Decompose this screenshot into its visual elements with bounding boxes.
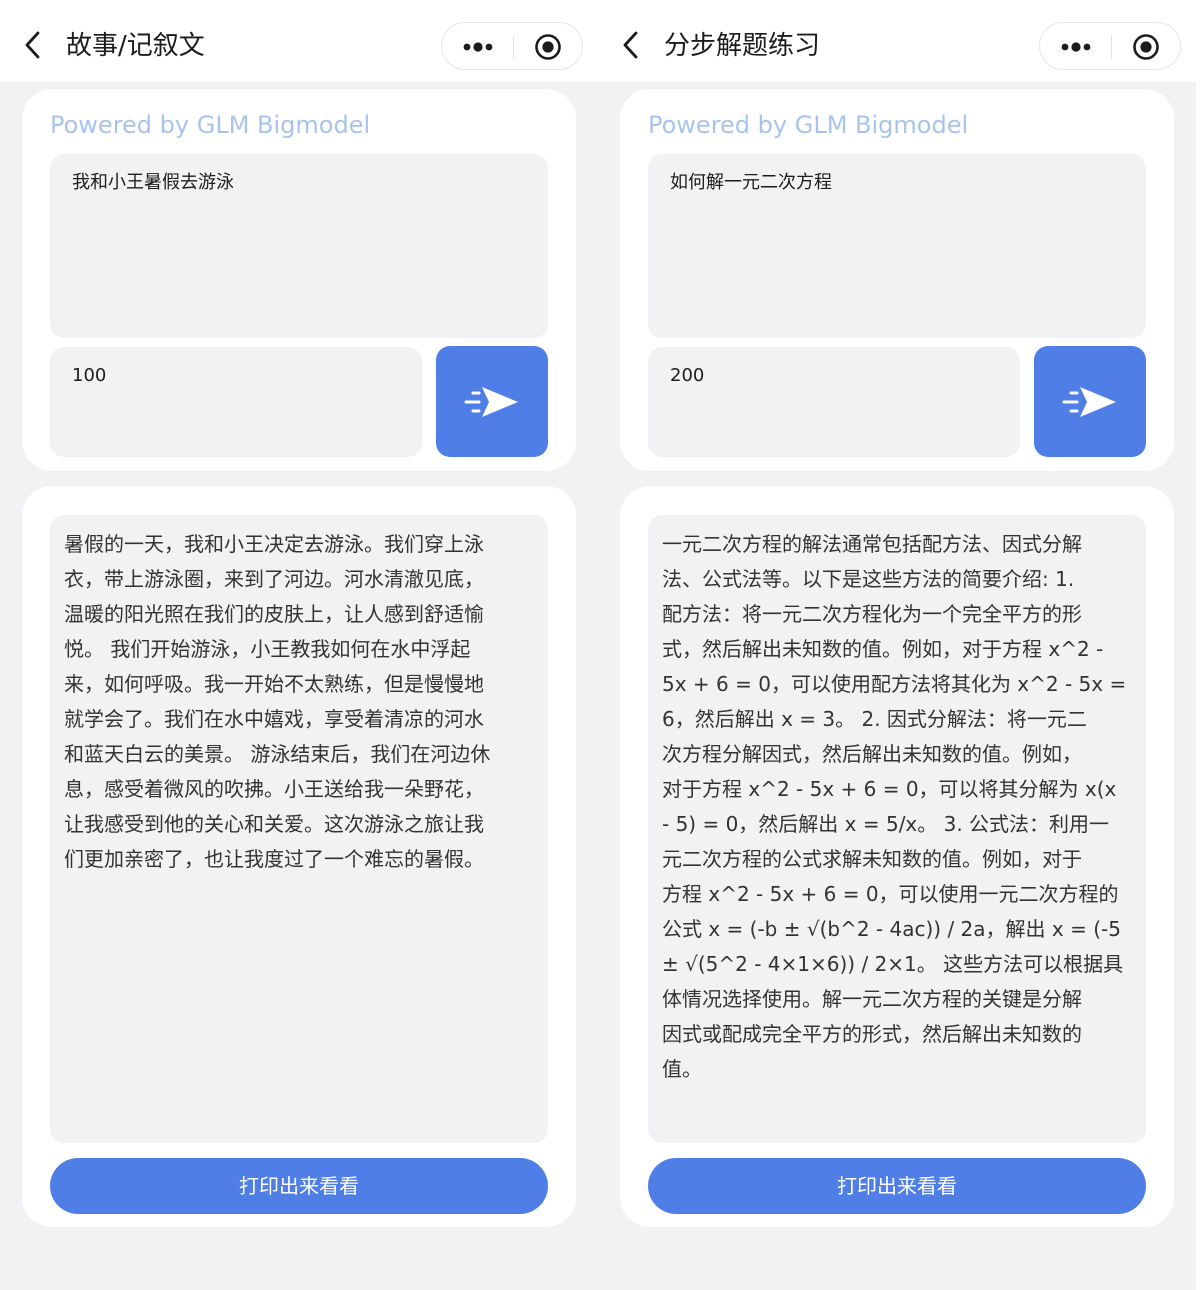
capsule-divider: [1111, 35, 1112, 59]
output-line: 和蓝天白云的美景。 游泳结束后，我们在河边休: [64, 742, 491, 766]
navigation-bar: 故事/记叙文: [0, 0, 598, 82]
output-line: 们更加亲密了，也让我度过了一个难忘的暑假。: [64, 847, 484, 871]
input-card: Powered by GLM Bigmodel 我和小王暑假去游泳 100: [22, 89, 576, 471]
output-line: 让我感受到他的关心和关爱。这次游泳之旅让我: [64, 812, 484, 836]
output-line: 元二次方程的公式求解未知数的值。例如，对于: [662, 847, 1082, 871]
length-input[interactable]: 100: [50, 347, 422, 457]
prompt-input[interactable]: 我和小王暑假去游泳: [50, 154, 548, 338]
send-button[interactable]: [1034, 346, 1146, 457]
output-line: 衣，带上游泳圈，来到了河边。河水清澈见底，: [64, 567, 484, 591]
output-line: 就学会了。我们在水中嬉戏，享受着清凉的河水: [64, 707, 484, 731]
output-text[interactable]: 一元二次方程的解法通常包括配方法、因式分解 法、公式法等。以下是这些方法的简要介…: [648, 515, 1146, 1143]
output-line: - 5) = 0，然后解出 x = 5/x。 3. 公式法：利用一: [662, 812, 1110, 836]
paper-plane-icon: [464, 387, 518, 417]
output-line: 值。: [662, 1057, 702, 1081]
output-line: ± √(5^2 - 4×1×6)) / 2×1。 这些方法可以根据具: [662, 952, 1124, 976]
output-line: 6，然后解出 x = 3。 2. 因式分解法：将一元二: [662, 707, 1087, 731]
back-icon[interactable]: [618, 29, 644, 61]
send-button[interactable]: [436, 346, 548, 457]
output-line: 悦。 我们开始游泳，小王教我如何在水中浮起: [64, 637, 471, 661]
navigation-bar: 分步解题练习: [598, 0, 1196, 82]
output-card: 一元二次方程的解法通常包括配方法、因式分解 法、公式法等。以下是这些方法的简要介…: [620, 486, 1174, 1227]
powered-by-label: Powered by GLM Bigmodel: [50, 111, 371, 139]
output-line: 体情况选择使用。解一元二次方程的关键是分解: [662, 987, 1082, 1011]
menu-capsule: [441, 22, 583, 70]
paper-plane-icon: [1062, 387, 1116, 417]
left-screen: 故事/记叙文 Powered by GLM Bigmodel 我和小王暑假去游泳…: [0, 0, 598, 1290]
output-line: 因式或配成完全平方的形式，然后解出未知数的: [662, 1022, 1082, 1046]
back-icon[interactable]: [20, 29, 46, 61]
output-line: 配方法：将一元二次方程化为一个完全平方的形: [662, 602, 1082, 626]
output-card: 暑假的一天，我和小王决定去游泳。我们穿上泳 衣，带上游泳圈，来到了河边。河水清澈…: [22, 486, 576, 1227]
more-dots-icon[interactable]: [458, 33, 498, 61]
menu-capsule: [1039, 22, 1181, 70]
output-line: 息，感受着微风的吹拂。小王送给我一朵野花，: [64, 777, 484, 801]
output-line: 对于方程 x^2 - 5x + 6 = 0，可以将其分解为 x(x: [662, 777, 1117, 801]
right-screen: 分步解题练习 Powered by GLM Bigmodel 如何解一元二次方程…: [598, 0, 1196, 1290]
input-card: Powered by GLM Bigmodel 如何解一元二次方程 200: [620, 89, 1174, 471]
length-input[interactable]: 200: [648, 347, 1020, 457]
prompt-input[interactable]: 如何解一元二次方程: [648, 154, 1146, 338]
output-line: 温暖的阳光照在我们的皮肤上，让人感到舒适愉: [64, 602, 484, 626]
more-dots-icon[interactable]: [1056, 33, 1096, 61]
print-button[interactable]: 打印出来看看: [50, 1158, 548, 1214]
page-title: 故事/记叙文: [66, 31, 205, 61]
output-line: 公式 x = (-b ± √(b^2 - 4ac)) / 2a，解出 x = (…: [662, 917, 1121, 941]
print-button[interactable]: 打印出来看看: [648, 1158, 1146, 1214]
output-line: 次方程分解因式，然后解出未知数的值。例如，: [662, 742, 1082, 766]
output-line: 式，然后解出未知数的值。例如，对于方程 x^2 -: [662, 637, 1104, 661]
powered-by-label: Powered by GLM Bigmodel: [648, 111, 969, 139]
capsule-divider: [513, 35, 514, 59]
target-circle-icon[interactable]: [1132, 33, 1160, 61]
output-line: 5x + 6 = 0，可以使用配方法将其化为 x^2 - 5x =: [662, 672, 1127, 696]
output-line: 法、公式法等。以下是这些方法的简要介绍: 1.: [662, 567, 1075, 591]
output-line: 一元二次方程的解法通常包括配方法、因式分解: [662, 532, 1082, 556]
output-line: 来，如何呼吸。我一开始不太熟练，但是慢慢地: [64, 672, 484, 696]
output-line: 方程 x^2 - 5x + 6 = 0，可以使用一元二次方程的: [662, 882, 1119, 906]
page-title: 分步解题练习: [664, 31, 821, 61]
output-line: 暑假的一天，我和小王决定去游泳。我们穿上泳: [64, 532, 484, 556]
target-circle-icon[interactable]: [534, 33, 562, 61]
output-text[interactable]: 暑假的一天，我和小王决定去游泳。我们穿上泳 衣，带上游泳圈，来到了河边。河水清澈…: [50, 515, 548, 1143]
